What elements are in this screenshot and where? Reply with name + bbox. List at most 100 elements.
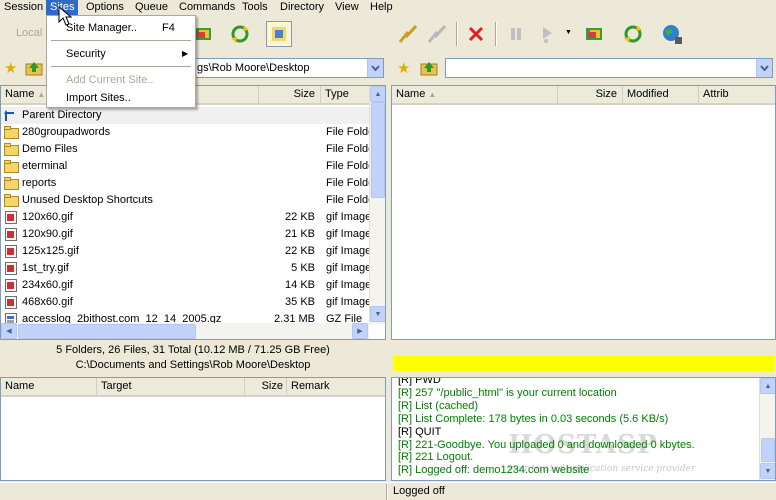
- file-name: 125x125.gif: [22, 245, 79, 257]
- table-row[interactable]: 234x60.gif 14 KB gif Image: [1, 277, 372, 294]
- scroll-up-icon[interactable]: ▲: [760, 378, 775, 394]
- pause-button[interactable]: [503, 21, 529, 47]
- site-manager-button[interactable]: [266, 21, 292, 47]
- compare-icon: [586, 28, 602, 40]
- table-row[interactable]: reports File Folde: [1, 175, 374, 192]
- table-row[interactable]: 120x90.gif 21 KB gif Image: [1, 226, 371, 243]
- refresh-icon: [624, 25, 642, 43]
- column-size[interactable]: Size: [245, 378, 287, 395]
- menu-add-current-site[interactable]: Add Current Site..: [48, 71, 194, 89]
- up-folder-icon[interactable]: [420, 60, 438, 76]
- menu-commands[interactable]: Commands: [175, 0, 239, 15]
- connect-button[interactable]: [395, 21, 421, 47]
- refresh-icon: [231, 25, 249, 43]
- up-folder-icon[interactable]: [25, 60, 43, 76]
- site-manager-shortcut: F4: [162, 22, 175, 34]
- file-name: 280groupadwords: [22, 126, 111, 138]
- file-name: 234x60.gif: [22, 279, 73, 291]
- menu-security[interactable]: Security ▶: [48, 45, 194, 63]
- menu-help[interactable]: Help: [366, 0, 397, 15]
- chevron-down-icon[interactable]: [367, 59, 383, 77]
- log-line: [R] List Complete: 178 bytes in 0.03 sec…: [398, 412, 669, 425]
- scroll-left-icon[interactable]: ◀: [1, 323, 17, 339]
- column-remark[interactable]: Remark: [287, 378, 385, 395]
- file-name: 120x90.gif: [22, 228, 73, 240]
- scroll-right-icon[interactable]: ▶: [352, 323, 368, 339]
- play-icon: [543, 27, 552, 43]
- play-button[interactable]: [534, 21, 560, 47]
- file-name: eterminal: [22, 160, 68, 172]
- log-line: [R] 221-Goodbye. You uploaded 0 and down…: [398, 438, 695, 451]
- table-row[interactable]: eterminal File Folde: [1, 158, 374, 175]
- local-path: C:\Documents and Settings\Rob Moore\Desk…: [75, 359, 311, 371]
- log-pane: HOSTASP your trusted application service…: [391, 377, 776, 481]
- gif-file-icon: [4, 262, 19, 275]
- file-type: File Folde: [326, 177, 375, 189]
- disconnect-button[interactable]: [424, 21, 450, 47]
- file-type: gif Image: [326, 245, 372, 257]
- scroll-down-icon[interactable]: ▼: [370, 306, 385, 322]
- local-vertical-scrollbar[interactable]: ▲ ▼: [369, 86, 385, 324]
- scroll-thumb[interactable]: [761, 438, 775, 462]
- chevron-down-icon[interactable]: [756, 59, 772, 77]
- log-line: [R] QUIT: [398, 425, 442, 438]
- column-type[interactable]: Type: [321, 86, 371, 103]
- menu-queue[interactable]: Queue: [131, 0, 172, 15]
- table-row[interactable]: Unused Desktop Shortcuts File Folde: [1, 192, 374, 209]
- table-row[interactable]: 468x60.gif 35 KB gif Image: [1, 294, 371, 311]
- status-divider: [386, 484, 388, 500]
- remote-file-list: Name ▲ Size Modified Attrib: [391, 85, 776, 340]
- table-row[interactable]: 120x60.gif 22 KB gif Image: [1, 209, 371, 226]
- menu-view[interactable]: View: [331, 0, 363, 15]
- local-horizontal-scrollbar[interactable]: ◀ ▶: [1, 323, 369, 339]
- refresh-remote-button[interactable]: [620, 21, 646, 47]
- star-icon[interactable]: ★: [397, 59, 410, 77]
- table-row[interactable]: 125x125.gif 22 KB gif Image: [1, 243, 372, 260]
- file-size: 35 KB: [285, 296, 315, 308]
- local-path-input[interactable]: gs\Rob Moore\Desktop: [194, 58, 384, 78]
- menu-import-sites[interactable]: Import Sites..: [48, 89, 194, 107]
- column-name[interactable]: Name: [1, 378, 97, 395]
- compare-folders-remote-button[interactable]: [581, 21, 607, 47]
- log-vertical-scrollbar[interactable]: ▲ ▼: [759, 378, 775, 480]
- sites-menu: Site Manager.. F4 Security ▶ Add Current…: [46, 15, 196, 108]
- column-modified[interactable]: Modified: [623, 86, 699, 103]
- local-path-value: gs\Rob Moore\Desktop: [197, 62, 310, 74]
- chevron-down-icon[interactable]: ▼: [565, 29, 572, 36]
- menu-tools[interactable]: Tools: [238, 0, 272, 15]
- scroll-thumb[interactable]: [371, 102, 385, 198]
- globe-button[interactable]: [659, 21, 685, 47]
- refresh-local-button[interactable]: [227, 21, 253, 47]
- file-type: gif Image: [326, 279, 372, 291]
- folder-icon: [4, 194, 19, 207]
- scroll-down-icon[interactable]: ▼: [760, 463, 775, 479]
- column-target[interactable]: Target: [97, 378, 245, 395]
- folder-icon: [4, 143, 19, 156]
- log-line: [R] 257 "/public_html" is your current l…: [398, 386, 617, 399]
- menu-session[interactable]: Session: [0, 0, 47, 15]
- table-row[interactable]: Demo Files File Folde: [1, 141, 374, 158]
- table-row[interactable]: 280groupadwords File Folde: [1, 124, 374, 141]
- star-icon[interactable]: ★: [4, 59, 17, 77]
- file-type: File Folde: [326, 194, 375, 206]
- column-attrib[interactable]: Attrib: [699, 86, 775, 103]
- file-name: 120x60.gif: [22, 211, 73, 223]
- gif-file-icon: [4, 279, 19, 292]
- lightning-icon: [398, 24, 418, 43]
- table-row[interactable]: 1st_try.gif 5 KB gif Image: [1, 260, 371, 277]
- menu-directory[interactable]: Directory: [276, 0, 328, 15]
- table-row[interactable]: Parent Directory: [1, 107, 369, 124]
- file-type: File Folde: [326, 126, 375, 138]
- column-size[interactable]: Size: [259, 86, 321, 103]
- scroll-thumb[interactable]: [18, 324, 196, 339]
- folder-icon: [4, 177, 19, 190]
- delete-button[interactable]: [463, 21, 489, 47]
- column-name[interactable]: Name ▲: [392, 86, 558, 103]
- log-line: [R] List (cached): [398, 399, 479, 412]
- scroll-up-icon[interactable]: ▲: [370, 86, 385, 102]
- remote-path-input[interactable]: [445, 58, 773, 78]
- menu-options[interactable]: Options: [82, 0, 128, 15]
- file-name: Parent Directory: [22, 109, 102, 121]
- column-size[interactable]: Size: [558, 86, 623, 103]
- site-manager-icon: [272, 27, 286, 41]
